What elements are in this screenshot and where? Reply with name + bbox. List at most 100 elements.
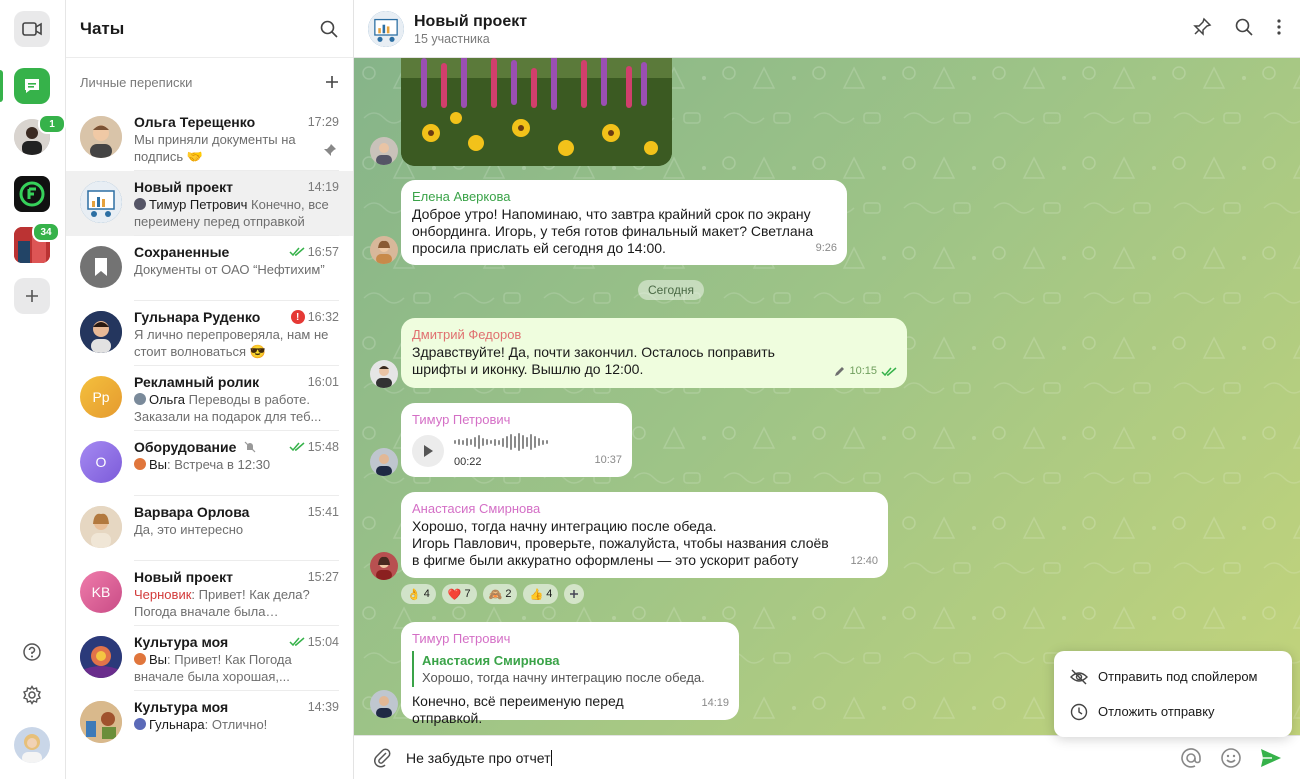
chat-preview: Вы: Привет! Как Погода вначале была хоро… bbox=[134, 652, 292, 684]
reaction-chip[interactable]: 🙈 2 bbox=[482, 584, 518, 604]
message-text: Хорошо, тогда начну интеграцию после обе… bbox=[412, 518, 717, 534]
play-button[interactable] bbox=[412, 434, 444, 467]
add-reaction-button[interactable] bbox=[564, 584, 585, 604]
quoted-message[interactable]: Анастасия Смирнова Хорошо, тогда начну и… bbox=[412, 651, 727, 687]
chat-item-active[interactable]: Новый проект 14:19 Тимур Петрович Конечн… bbox=[66, 171, 353, 236]
chat-avatar bbox=[80, 506, 122, 548]
chat-item[interactable]: Рр Рекламный ролик 16:01 Ольга Переводы … bbox=[66, 366, 353, 431]
double-check-icon bbox=[289, 247, 305, 257]
profile-avatar[interactable] bbox=[14, 727, 50, 763]
reaction-chip[interactable]: 👌 4 bbox=[401, 584, 436, 604]
edit-pencil-icon bbox=[835, 367, 845, 376]
pin-icon[interactable] bbox=[1192, 17, 1212, 37]
schedule-send-option[interactable]: Отложить отправку bbox=[1054, 694, 1292, 729]
chat-item[interactable]: О Оборудование 15:48 Вы: Встреча в 12:30 bbox=[66, 431, 353, 496]
chat-avatar: KB bbox=[80, 571, 122, 613]
chat-bubble-icon bbox=[25, 79, 39, 93]
plus-icon[interactable] bbox=[325, 75, 339, 89]
message-input[interactable]: Не забудьте про отчет bbox=[406, 749, 552, 766]
image-message[interactable] bbox=[401, 58, 672, 166]
chat-item[interactable]: Культура моя 14:39 Гульнара: Отлично! bbox=[66, 691, 353, 756]
mention-icon[interactable] bbox=[1180, 747, 1202, 769]
person-icon bbox=[370, 360, 398, 388]
chat-time: 15:48 bbox=[289, 440, 339, 454]
reply-message-bubble[interactable]: Тимур Петрович Анастасия Смирнова Хорошо… bbox=[401, 622, 739, 726]
add-workspace-button[interactable] bbox=[14, 278, 50, 314]
muted-bell-icon bbox=[244, 441, 256, 453]
send-spoiler-option[interactable]: Отправить под спойлером bbox=[1054, 659, 1292, 694]
app-rail: 1 34 bbox=[0, 0, 66, 779]
sender-avatar[interactable] bbox=[370, 448, 398, 476]
eye-off-icon bbox=[1070, 669, 1088, 684]
art-image-icon bbox=[80, 701, 122, 743]
chat-item[interactable]: Гульнара Руденко ! 16:32 Я лично перепро… bbox=[66, 301, 353, 366]
chat-preview: Черновик: Привет! Как дела? Погода внача… bbox=[134, 587, 310, 619]
video-call-button[interactable] bbox=[14, 11, 50, 47]
flowers-photo bbox=[401, 58, 672, 166]
send-options-menu: Отправить под спойлером Отложить отправк… bbox=[1054, 651, 1292, 737]
reaction-chip[interactable]: ❤️ 7 bbox=[441, 584, 477, 604]
unread-badge: 34 bbox=[32, 222, 60, 242]
chat-item[interactable]: Ольга Терещенко 17:29 Мы приняли докумен… bbox=[66, 106, 353, 171]
emoji-icon[interactable] bbox=[1220, 747, 1242, 769]
menu-item-label: Отложить отправку bbox=[1098, 704, 1215, 719]
search-icon[interactable] bbox=[319, 19, 339, 39]
own-message-bubble[interactable]: Дмитрий Федоров Здравствуйте! Да, почти … bbox=[401, 318, 907, 388]
send-icon[interactable] bbox=[1260, 748, 1282, 768]
message-bubble[interactable]: Анастасия Смирнова Хорошо, тогда начну и… bbox=[401, 492, 888, 578]
chat-item[interactable]: Сохраненные 16:57 Документы от ОАО “Нефт… bbox=[66, 236, 353, 301]
pin-icon bbox=[324, 144, 336, 156]
chat-avatar: Рр bbox=[80, 376, 122, 418]
double-check-icon bbox=[289, 442, 305, 452]
voice-waveform[interactable] bbox=[454, 430, 548, 454]
chat-avatar bbox=[80, 246, 122, 288]
settings-button[interactable] bbox=[14, 677, 50, 713]
message-text: Конечно, всё переименую перед отправкой. bbox=[412, 693, 624, 726]
chat-pane: Новый проект 15 участника Елена Аверкова… bbox=[354, 0, 1300, 779]
more-vertical-icon[interactable] bbox=[1276, 17, 1282, 37]
chat-list-panel: Чаты Личные переписки Ольга Терещенко 17… bbox=[66, 0, 354, 779]
play-icon bbox=[424, 444, 433, 457]
sender-avatar[interactable] bbox=[370, 360, 398, 388]
chats-button[interactable] bbox=[14, 68, 50, 104]
person-icon bbox=[370, 137, 398, 165]
voice-duration: 00:22 bbox=[454, 456, 482, 468]
person-icon bbox=[80, 311, 122, 353]
quote-text: Хорошо, тогда начну интеграцию после обе… bbox=[422, 670, 705, 685]
chat-header-avatar[interactable] bbox=[368, 10, 404, 47]
paperclip-icon[interactable] bbox=[374, 748, 392, 768]
chat-preview: Мы приняли документы на подпись 🤝 bbox=[134, 132, 296, 164]
sender-avatar[interactable] bbox=[370, 552, 398, 580]
message-text: Доброе утро! Напоминаю, что завтра крайн… bbox=[412, 206, 814, 256]
voice-message-bubble[interactable]: Тимур Петрович 00:22 10:37 bbox=[401, 403, 632, 477]
chat-item[interactable]: Варвара Орлова 15:41 Да, это интересно bbox=[66, 496, 353, 561]
help-icon bbox=[23, 643, 41, 661]
message-time: 10:37 bbox=[594, 454, 622, 466]
chat-time: 16:01 bbox=[307, 375, 339, 389]
reaction-chip[interactable]: 👍 4 bbox=[523, 584, 559, 604]
message-area: Елена Аверкова Доброе утро! Напоминаю, ч… bbox=[354, 58, 1300, 735]
chat-time: 17:29 bbox=[307, 115, 339, 129]
chat-subtitle: 15 участника bbox=[414, 31, 490, 46]
sender-avatar[interactable] bbox=[370, 690, 398, 718]
chat-time: 15:27 bbox=[307, 570, 339, 584]
chat-preview: Вы: Встреча в 12:30 bbox=[134, 456, 339, 473]
chat-item[interactable]: Культура моя 15:04 Вы: Привет! Как Погод… bbox=[66, 626, 353, 691]
alert-icon: ! bbox=[290, 310, 305, 324]
sender-avatar[interactable] bbox=[370, 137, 398, 165]
double-check-icon bbox=[881, 366, 897, 376]
message-sender: Тимур Петрович bbox=[412, 631, 511, 646]
help-button[interactable] bbox=[14, 634, 50, 670]
unread-badge: 1 bbox=[38, 114, 66, 134]
sender-avatar[interactable] bbox=[370, 236, 398, 264]
chat-items: Ольга Терещенко 17:29 Мы приняли докумен… bbox=[66, 106, 353, 756]
person-icon bbox=[370, 236, 398, 264]
search-icon[interactable] bbox=[1234, 17, 1254, 37]
bookmark-icon bbox=[95, 258, 107, 276]
group-icon bbox=[80, 181, 122, 223]
workspace-logo-button[interactable] bbox=[14, 176, 50, 212]
person-icon bbox=[370, 552, 398, 580]
chat-item[interactable]: KB Новый проект 15:27 Черновик: Привет! … bbox=[66, 561, 353, 626]
message-bubble[interactable]: Елена Аверкова Доброе утро! Напоминаю, ч… bbox=[401, 180, 847, 265]
person-icon bbox=[80, 116, 122, 158]
